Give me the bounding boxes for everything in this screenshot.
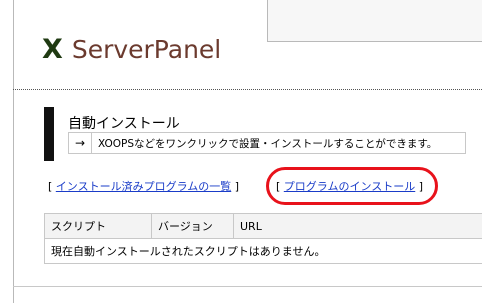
column-header-script: スクリプト (44, 213, 152, 239)
column-header-version: バージョン (151, 213, 234, 239)
section-description-box: → XOOPSなどをワンクリックで設置・インストールすることができます。 (68, 132, 466, 154)
table-row: 現在自動インストールされたスクリプトはありません。 (44, 238, 482, 264)
bracket-open: [ (48, 180, 56, 193)
section-title: 自動インストール (68, 116, 180, 132)
bracket-close: ] (231, 180, 240, 193)
installed-programs-link[interactable]: インストール済みプログラムの一覧 (56, 180, 231, 193)
logo-text: ServerPanel (71, 34, 222, 64)
highlight-oval (266, 167, 438, 205)
table-header-row: スクリプト バージョン URL (44, 213, 482, 239)
section-title-accent-bar (44, 107, 54, 161)
installed-scripts-table: スクリプト バージョン URL 現在自動インストールされたスクリプトはありません… (44, 213, 482, 264)
bottom-divider (13, 286, 482, 287)
header-right-panel (267, 0, 482, 42)
header-divider (13, 89, 482, 90)
server-panel-logo: X ServerPanel (42, 32, 221, 66)
installed-programs-link-group: [ インストール済みプログラムの一覧 ] (48, 178, 239, 194)
server-panel-page: X ServerPanel 自動インストール → XOOPSなどをワンクリックで… (0, 0, 482, 303)
left-frame-border (0, 0, 14, 303)
logo-x-icon: X (42, 33, 63, 65)
empty-table-message: 現在自動インストールされたスクリプトはありません。 (44, 238, 482, 264)
right-arrow-icon: → (69, 133, 92, 153)
column-header-url: URL (233, 213, 482, 239)
section-description: XOOPSなどをワンクリックで設置・インストールすることができます。 (98, 137, 438, 150)
